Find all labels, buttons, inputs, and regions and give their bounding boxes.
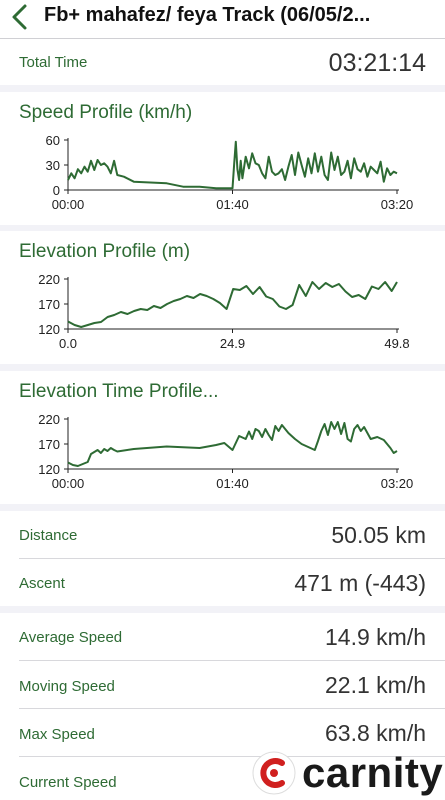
average-speed-label: Average Speed (19, 629, 123, 646)
x-tick-label: 03:20 (381, 197, 414, 212)
divider (19, 708, 445, 709)
navigation-bar: Fb+ mahafez/ feya Track (06/05/2... (0, 0, 445, 39)
x-tick-label: 24.9 (220, 336, 245, 351)
y-tick-label: 60 (46, 133, 60, 148)
x-tick-label: 00:00 (52, 197, 85, 212)
current-speed-label: Current Speed (19, 774, 117, 791)
y-tick-label: 220 (38, 412, 60, 427)
max-speed-label: Max Speed (19, 726, 95, 743)
moving-speed-value: 22.1 km/h (325, 672, 426, 698)
average-speed-value: 14.9 km/h (325, 624, 426, 650)
total-time-row: Total Time 03:21:14 (0, 39, 445, 85)
y-tick-label: 0 (53, 183, 60, 198)
speed-profile-chart: 0 30 60 00:00 01:40 03:20 (46, 133, 414, 212)
moving-speed-label: Moving Speed (19, 678, 115, 695)
y-tick-label: 170 (38, 297, 60, 312)
max-speed-value: 63.8 km/h (325, 720, 426, 746)
ascent-label: Ascent (19, 575, 65, 592)
distance-group: Distance 50.05 km Ascent 471 m (-443) (0, 511, 445, 606)
total-time-value: 03:21:14 (328, 49, 426, 77)
y-tick-label: 30 (46, 158, 60, 173)
series-line (67, 140, 398, 190)
divider (19, 660, 445, 661)
x-tick-label: 49.8 (384, 336, 409, 351)
x-tick-label: 0.0 (59, 336, 77, 351)
elevation-profile-chart: 120 170 220 0.0 24.9 49.8 (38, 272, 409, 351)
x-tick-label: 01:40 (216, 476, 249, 491)
page-title: Fb+ mahafez/ feya Track (06/05/2... (44, 4, 371, 26)
y-tick-label: 120 (38, 462, 60, 477)
carnity-logo-icon (252, 751, 296, 795)
series-line (67, 281, 398, 328)
carnity-watermark: carnity (248, 747, 443, 799)
carnity-wordmark: carnity (302, 749, 444, 796)
y-tick-label: 220 (38, 272, 60, 287)
elevation-time-profile-chart: 120 170 220 00:00 01:40 03:20 (38, 412, 414, 491)
series-line (67, 421, 398, 467)
y-tick-label: 170 (38, 437, 60, 452)
y-tick-label: 120 (38, 322, 60, 337)
ascent-value: 471 m (-443) (294, 570, 426, 596)
elevation-time-profile-card[interactable]: Elevation Time Profile... 120 170 220 00:00… (0, 371, 445, 504)
total-time-label: Total Time (19, 54, 88, 71)
speed-profile-card[interactable]: Speed Profile (km/h) 0 30 60 00:00 01:40 03:2… (0, 92, 445, 225)
x-tick-label: 00:00 (52, 476, 85, 491)
distance-label: Distance (19, 527, 78, 544)
elevation-profile-card[interactable]: Elevation Profile (m) 120 170 220 0.0 24.9 49… (0, 231, 445, 364)
divider (19, 558, 445, 559)
distance-value: 50.05 km (331, 522, 426, 548)
x-tick-label: 01:40 (216, 197, 249, 212)
chevron-left-icon[interactable] (8, 3, 32, 31)
x-tick-label: 03:20 (381, 476, 414, 491)
